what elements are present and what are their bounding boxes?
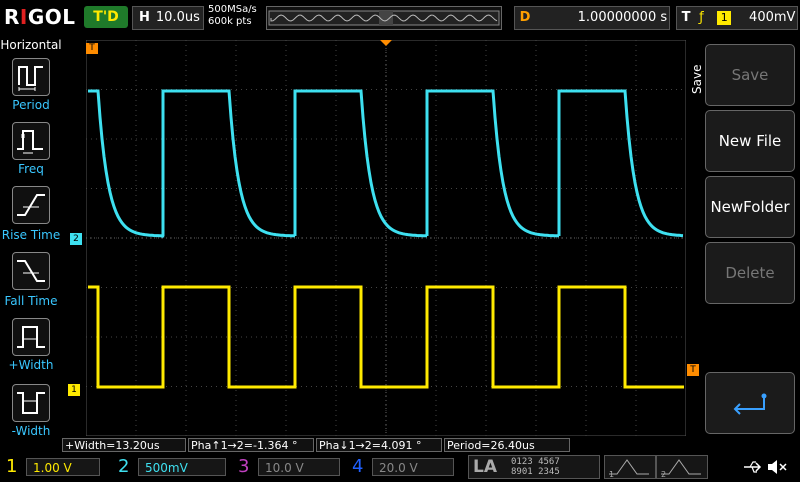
usb-icon: [742, 458, 764, 476]
memory-overview-waveform: [268, 10, 500, 26]
fall-time-label: Fall Time: [4, 294, 58, 308]
delay-box[interactable]: D 1.00000000 s: [514, 6, 670, 30]
minus-width-button[interactable]: [12, 384, 50, 422]
ch1-scale: 1.00 V: [33, 461, 72, 475]
timebase-value: 10.0us: [155, 10, 200, 25]
menu-title: Save: [690, 40, 704, 100]
rise-time-button[interactable]: [12, 186, 50, 224]
freq-label: Freq: [18, 162, 44, 176]
rise-time-label: Rise Time: [1, 228, 61, 242]
ch3-scale-box[interactable]: 10.0 V: [258, 458, 340, 476]
timebase-key: H: [139, 10, 150, 25]
sine-wave-icon: 1: [609, 459, 649, 479]
plus-width-icon: [17, 326, 45, 348]
trigger-level: 400mV: [749, 10, 796, 25]
ch1-number[interactable]: 1: [6, 456, 17, 478]
rise-time-icon: [17, 194, 45, 216]
la-bits-row1: 0123 4567: [511, 457, 560, 467]
ch4-scale-box[interactable]: 20.0 V: [372, 458, 454, 476]
minus-width-icon: [17, 392, 45, 414]
ch2-scale: 500mV: [145, 461, 188, 475]
ch3-scale: 10.0 V: [265, 461, 304, 475]
ch2-number[interactable]: 2: [118, 456, 129, 478]
fall-time-icon: [17, 260, 45, 282]
minus-width-label: -Width: [11, 424, 51, 438]
menu-title-text: Save: [690, 64, 704, 94]
ch4-number[interactable]: 4: [352, 456, 363, 478]
svg-text:1: 1: [609, 470, 614, 478]
ch2-offset-marker[interactable]: 2: [70, 233, 82, 245]
la-bits-row2: 8901 2345: [511, 467, 560, 477]
sample-rate: 500MSa/s: [208, 4, 257, 15]
sine-wave-icon: 2: [661, 459, 701, 479]
logic-analyzer-box[interactable]: LA 0123 4567 8901 2345: [468, 455, 600, 479]
period-button[interactable]: [12, 58, 50, 96]
rising-edge-icon: ƒ: [699, 10, 704, 25]
new-file-button[interactable]: New File: [705, 110, 795, 172]
return-icon: [733, 393, 767, 415]
ch1-offset-marker[interactable]: 1: [68, 384, 80, 396]
trigger-marker-left: T: [86, 43, 98, 54]
timebase-box[interactable]: H 10.0us: [132, 6, 204, 30]
measurement-plus-width[interactable]: +Width=13.20us: [62, 438, 186, 452]
measurement-period[interactable]: Period=26.40us: [444, 438, 570, 452]
trigger-key: T: [681, 10, 691, 25]
ch4-scale: 20.0 V: [379, 461, 418, 475]
trigger-box[interactable]: T ƒ 1 400mV: [676, 6, 798, 30]
waveform-display[interactable]: [86, 40, 686, 436]
sample-info: 500MSa/s 600k pts: [208, 4, 257, 28]
plus-width-label: +Width: [8, 358, 54, 372]
source1-generator-box[interactable]: 1: [604, 455, 656, 479]
freq-icon: [17, 130, 43, 154]
run-state-badge[interactable]: T'D: [84, 6, 128, 28]
source2-generator-box[interactable]: 2: [656, 455, 708, 479]
la-label: LA: [473, 457, 497, 477]
memory-depth: 600k pts: [208, 16, 252, 27]
save-button[interactable]: Save: [705, 44, 795, 106]
freq-button[interactable]: [12, 122, 50, 160]
measurement-phase-fall[interactable]: Pha↓1→2=4.091 °: [316, 438, 442, 452]
trigger-source: 1: [717, 10, 732, 25]
svg-text:2: 2: [661, 470, 666, 478]
measurement-phase-rise[interactable]: Pha↑1→2=-1.364 °: [188, 438, 314, 452]
new-folder-button[interactable]: NewFolder: [705, 176, 795, 238]
plus-width-button[interactable]: [12, 318, 50, 356]
mute-icon[interactable]: [766, 458, 788, 476]
fall-time-button[interactable]: [12, 252, 50, 290]
period-icon: [18, 66, 43, 91]
memory-overview-bar[interactable]: [266, 6, 502, 30]
delay-value: 1.00000000 s: [577, 10, 668, 25]
delay-key: D: [519, 10, 531, 25]
period-label: Period: [12, 98, 50, 112]
brand-logo: RIGOL: [4, 5, 76, 29]
ch1-scale-box[interactable]: 1.00 V: [26, 458, 100, 476]
ch2-scale-box[interactable]: 500mV: [138, 458, 226, 476]
left-panel-title: Horizontal: [0, 38, 62, 52]
delete-button[interactable]: Delete: [705, 242, 795, 304]
trigger-level-marker[interactable]: T: [687, 364, 699, 376]
return-button[interactable]: [705, 372, 795, 434]
ch3-number[interactable]: 3: [238, 456, 249, 478]
